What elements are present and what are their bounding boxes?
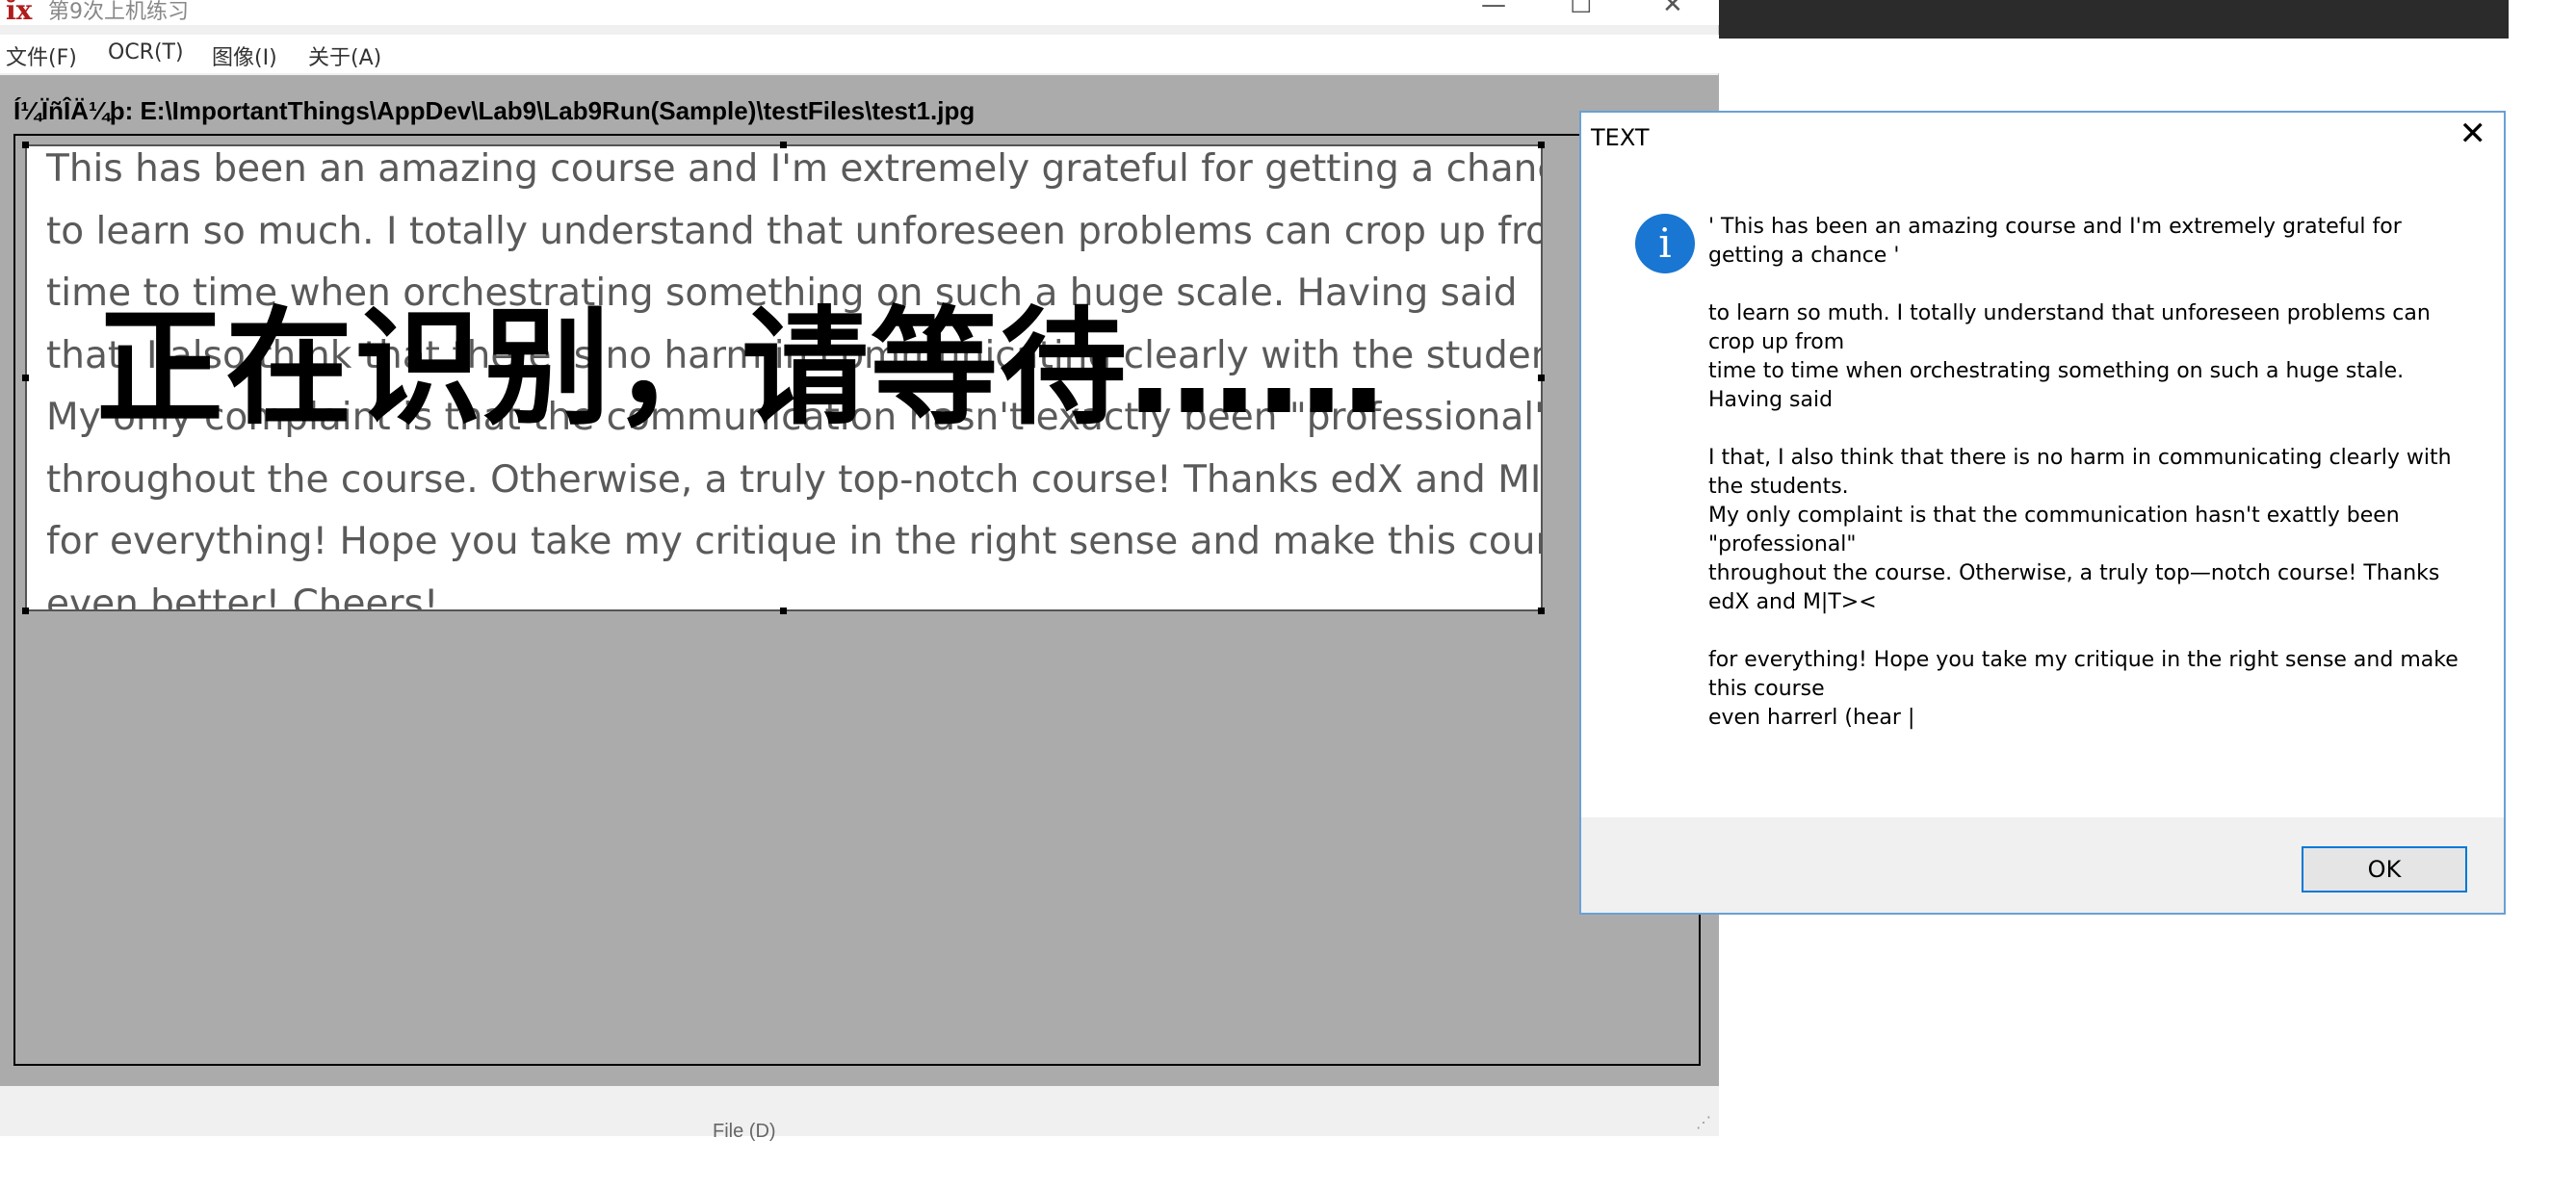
close-button[interactable]: ✕ [1662, 0, 1683, 19]
recognizing-overlay: 正在识别，请等待…… [96, 295, 1387, 443]
window-title: 第9次上机练习 [48, 0, 189, 24]
main-window: ĭx 第9次上机练习 — ☐ ✕ 文件(F) OCR(T) 图像(I) 关于(A… [0, 0, 1719, 1142]
message-line: for everything! Hope you take my critiqu… [1708, 648, 2459, 672]
menu-bar: 文件(F) OCR(T) 图像(I) 关于(A) [0, 35, 1719, 73]
message-line: edX and M|T>< [1708, 590, 1877, 614]
resize-handle-bottom-left[interactable] [22, 608, 29, 614]
message-line: My only complaint is that the communicat… [1708, 504, 2400, 528]
info-icon: i [1635, 214, 1695, 273]
menu-file[interactable]: 文件(F) [6, 40, 77, 71]
resize-handle-bottom-right[interactable] [1538, 608, 1545, 614]
resize-handle-top-left[interactable] [22, 142, 29, 148]
resize-handle-right[interactable] [1538, 375, 1545, 381]
minimize-button[interactable]: — [1481, 0, 1506, 19]
maximize-button[interactable]: ☐ [1570, 0, 1592, 19]
ok-button[interactable]: OK [2302, 846, 2467, 892]
resize-handle-top-right[interactable] [1538, 142, 1545, 148]
background-window-strip [1719, 0, 2509, 39]
message-line: throughout the course. Otherwise, a trul… [1708, 561, 2440, 585]
resize-grip-icon[interactable]: ⋰ [1696, 1113, 1715, 1132]
message-line: the students. [1708, 475, 1849, 499]
message-line: ' This has been an amazing course and I'… [1708, 215, 2402, 239]
dialog-message: ' This has been an amazing course and I'… [1708, 213, 2459, 733]
text-dialog: TEXT ✕ i ' This has been an amazing cour… [1579, 111, 2506, 915]
file-path-label: Í¼ÏñÎÄ¼þ: E:\ImportantThings\AppDev\Lab9… [13, 96, 976, 125]
resize-handle-top[interactable] [780, 142, 787, 148]
message-line: to learn so muth. I totally understand t… [1708, 301, 2431, 325]
message-line: getting a chance ' [1708, 244, 1900, 268]
title-bar: ĭx 第9次上机练习 — ☐ ✕ [0, 0, 1719, 26]
message-line: "professional" [1708, 532, 1857, 556]
resize-handle-bottom[interactable] [780, 608, 787, 614]
message-line: even harrerl (hear | [1708, 706, 1915, 730]
dialog-close-button[interactable]: ✕ [2459, 115, 2487, 153]
message-line [1708, 617, 2459, 646]
app-icon: ĭx [6, 0, 33, 26]
menu-image[interactable]: 图像(I) [212, 40, 277, 71]
status-bar: File (D) ⋰ [0, 1086, 1719, 1142]
message-line [1708, 415, 2459, 444]
resize-handle-left[interactable] [22, 375, 29, 381]
message-line: time to time when orchestrating somethin… [1708, 359, 2405, 383]
message-line [1708, 271, 2459, 299]
menu-ocr[interactable]: OCR(T) [108, 40, 184, 65]
status-text: File (D) [713, 1121, 776, 1142]
message-line: crop up from [1708, 330, 1845, 354]
dialog-title: TEXT [1591, 124, 1650, 151]
message-line: Having said [1708, 388, 1834, 412]
message-line: I that, I also think that there is no ha… [1708, 446, 2452, 470]
menu-about[interactable]: 关于(A) [308, 40, 381, 71]
message-line: this course [1708, 677, 1825, 701]
